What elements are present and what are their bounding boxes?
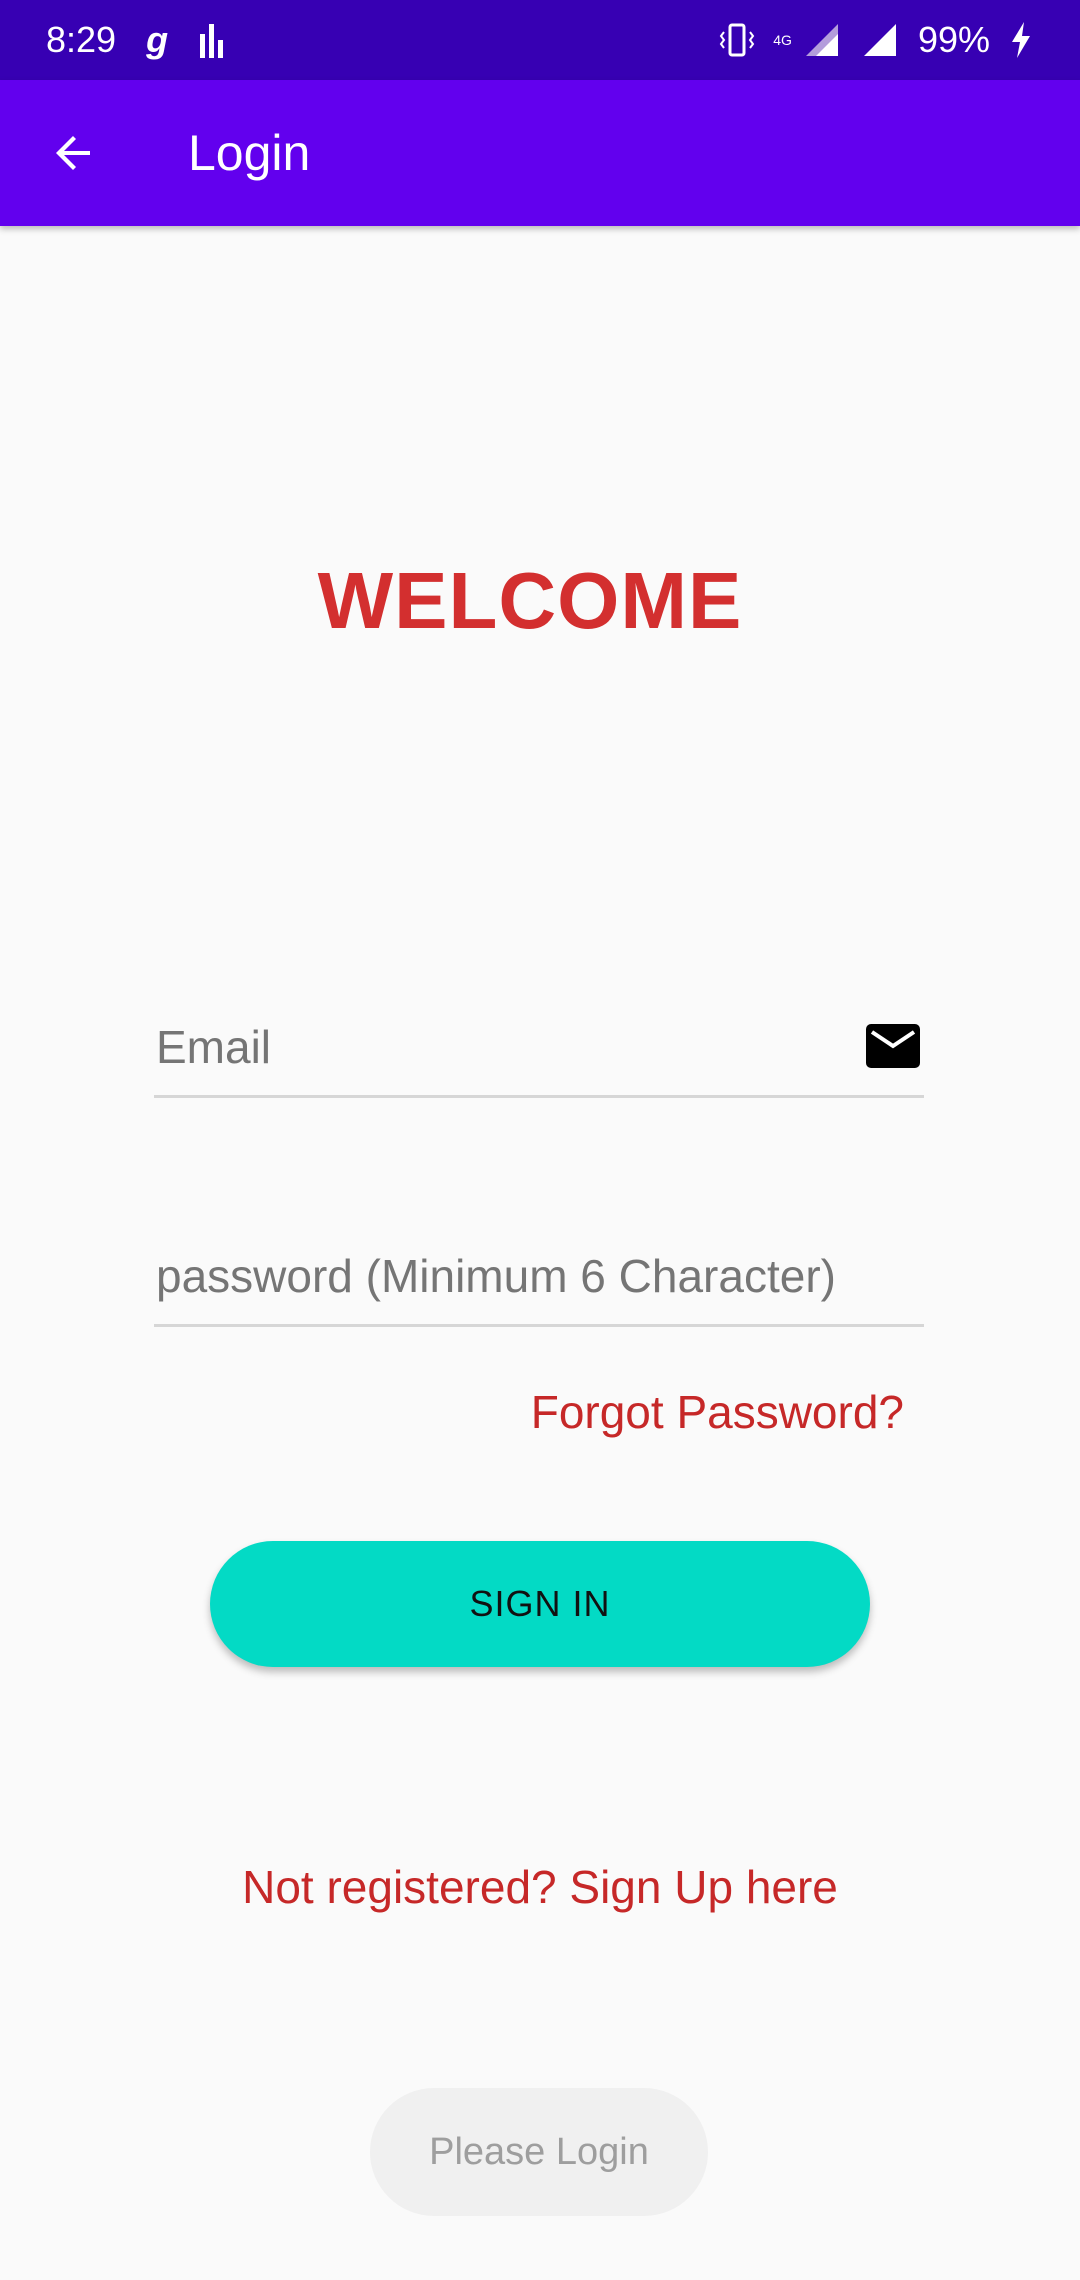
- vibrate-icon: [720, 23, 755, 57]
- back-arrow-icon: [56, 136, 90, 170]
- password-field[interactable]: [154, 1248, 924, 1303]
- mail-icon: [866, 1024, 920, 1068]
- g-app-icon: g: [146, 19, 169, 60]
- sign-up-link[interactable]: Not registered? Sign Up here: [0, 1860, 1080, 1914]
- battery-charging-icon: [1012, 22, 1030, 58]
- forgot-password-link[interactable]: Forgot Password?: [531, 1385, 904, 1439]
- back-button[interactable]: [32, 111, 116, 195]
- sign-in-button[interactable]: SIGN IN: [210, 1541, 870, 1667]
- status-bar-left: 8:29 g: [46, 19, 256, 61]
- welcome-heading: WELCOME: [317, 556, 743, 645]
- stats-icon: [200, 24, 224, 58]
- battery-percent: 99%: [917, 19, 990, 60]
- email-field[interactable]: [154, 1019, 924, 1074]
- status-bar-right: 4G 99%: [701, 19, 1034, 61]
- status-time: 8:29: [46, 19, 117, 60]
- signal-icon: [863, 24, 896, 56]
- app-bar: Login: [0, 80, 1080, 226]
- network-type: 4G: [773, 32, 792, 48]
- status-bar: 8:29 g 4G 99%: [0, 0, 1080, 80]
- signal-4g-icon: [805, 24, 838, 56]
- toast-message: Please Login: [370, 2088, 708, 2216]
- password-field-container: [154, 1227, 924, 1327]
- page-title: Login: [188, 125, 311, 181]
- email-field-container: [154, 998, 924, 1098]
